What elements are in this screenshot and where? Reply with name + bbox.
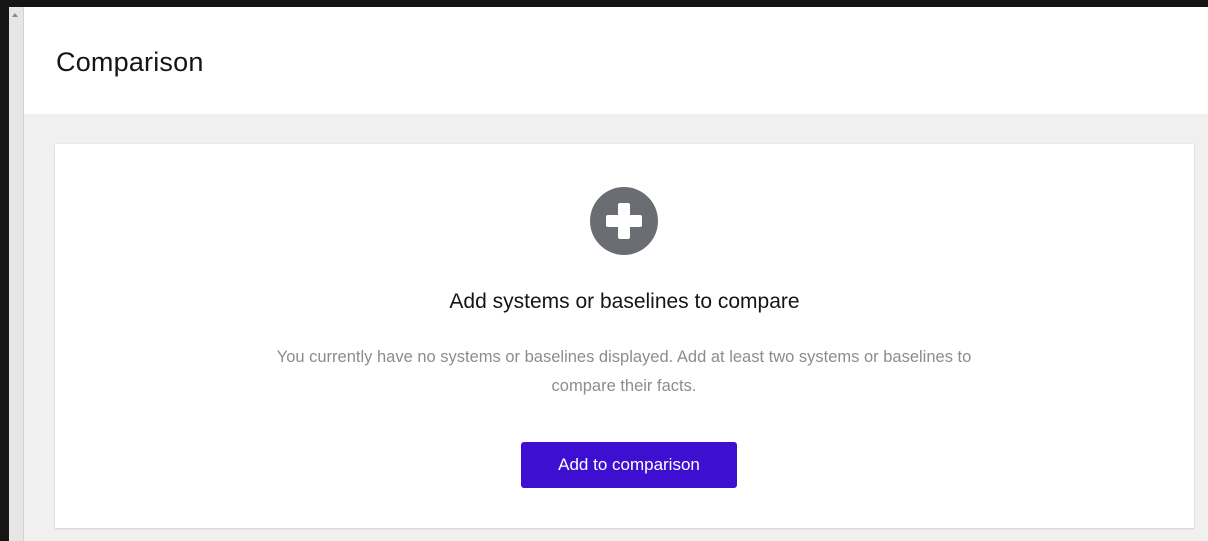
empty-state-body: You currently have no systems or baselin… (276, 348, 972, 395)
page-title: Comparison (56, 47, 204, 77)
vertical-scrollbar[interactable] (9, 7, 24, 541)
empty-state-card: Add systems or baselines to compare You … (55, 144, 1194, 528)
window-top-edge (0, 0, 1208, 7)
app-window: Comparison Add systems or baselines to c… (0, 0, 1208, 541)
empty-state-title: Add systems or baselines to compare (449, 290, 800, 313)
scroll-up-arrow-icon[interactable] (12, 13, 18, 17)
plus-circle-icon (590, 187, 658, 255)
window-left-edge (0, 0, 9, 541)
plus-vertical-bar (618, 203, 630, 239)
page-header: Comparison (24, 7, 1208, 114)
page-content: Add systems or baselines to compare You … (24, 114, 1208, 541)
add-to-comparison-button[interactable]: Add to comparison (521, 442, 737, 488)
